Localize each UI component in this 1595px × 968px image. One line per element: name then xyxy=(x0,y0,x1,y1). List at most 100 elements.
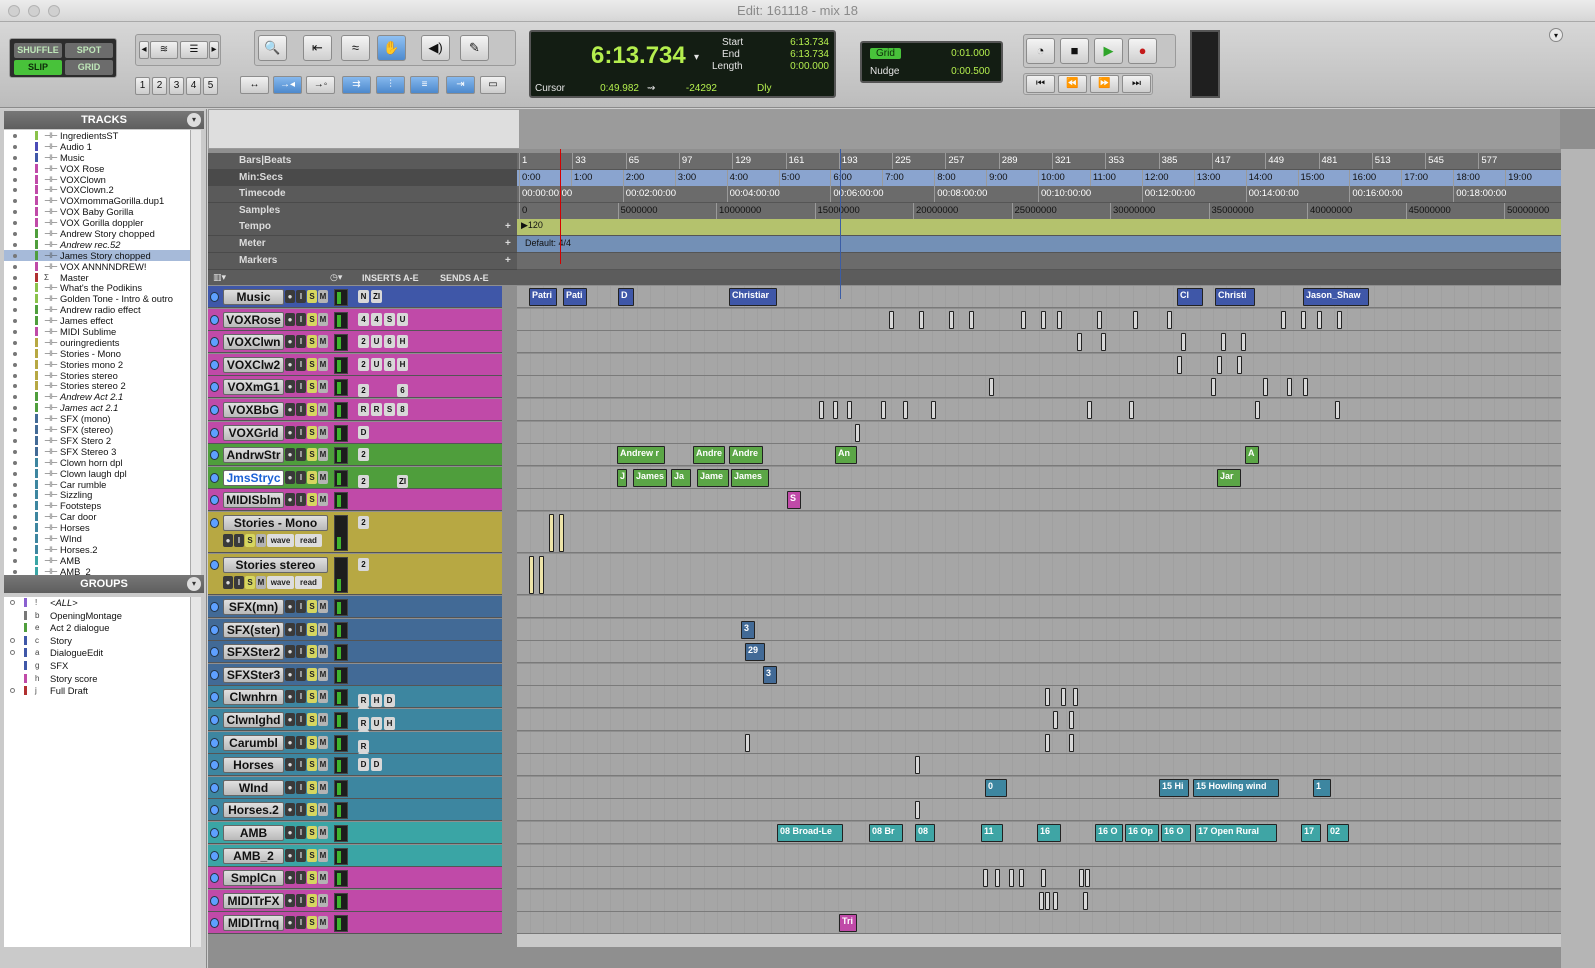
track-lane[interactable] xyxy=(517,331,1561,354)
shuffle-mode-button[interactable]: SHUFFLE xyxy=(14,43,62,58)
insert-slot[interactable]: 6 xyxy=(384,357,395,371)
insert-slot[interactable]: D xyxy=(358,758,369,772)
insert-slot[interactable]: 2 xyxy=(358,384,369,398)
group-list-item[interactable]: ! <ALL> xyxy=(4,597,190,610)
track-input-button[interactable]: I xyxy=(296,735,306,749)
track-input-button[interactable]: I xyxy=(296,335,306,349)
audio-clip[interactable] xyxy=(1045,891,1050,910)
track-name[interactable]: VOXClw2 xyxy=(223,356,284,373)
audio-clip[interactable] xyxy=(1221,333,1226,352)
audio-clip[interactable]: Christi xyxy=(1215,288,1255,306)
track-show-hide-icon[interactable] xyxy=(13,460,17,465)
track-lane[interactable] xyxy=(517,421,1561,444)
track-list-item[interactable]: ⊣⊢ James effect xyxy=(4,315,190,326)
audio-clip[interactable] xyxy=(819,401,824,419)
track-mute-button[interactable]: M xyxy=(318,622,328,636)
track-mute-button[interactable]: M xyxy=(318,425,328,439)
group-list-item[interactable]: h Story score xyxy=(4,673,190,686)
track-name[interactable]: VOXBbG xyxy=(223,402,284,418)
main-counter-value[interactable]: 6:13.734 xyxy=(591,42,686,70)
track-name[interactable]: SFXSter3 xyxy=(223,666,284,683)
groups-menu-icon[interactable]: ▾ xyxy=(187,577,201,591)
group-list-item[interactable]: b OpeningMontage xyxy=(4,610,190,623)
track-show-hide-icon[interactable] xyxy=(13,144,17,149)
ruler-strip-samples[interactable]: 0 5000000 10000000 15000000 20000000 25000000… xyxy=(517,203,1561,220)
audio-clip[interactable] xyxy=(855,423,860,442)
playhead-line[interactable] xyxy=(840,149,841,299)
track-name[interactable]: VOXClwn xyxy=(223,334,284,351)
insert-slot[interactable]: 8 xyxy=(397,403,408,416)
track-mute-button[interactable]: M xyxy=(318,826,328,839)
track-list-item[interactable]: ⊣⊢ SFX Stero 2 xyxy=(4,435,190,446)
start-value[interactable]: 6:13.734 xyxy=(769,37,829,48)
track-name[interactable]: Carumbl xyxy=(223,734,284,751)
audio-clip[interactable]: Patri xyxy=(529,288,557,306)
track-input-button[interactable]: I xyxy=(296,893,306,907)
zoom-preset-1[interactable]: 1 xyxy=(135,77,150,95)
audio-clip[interactable] xyxy=(1177,355,1182,374)
insert-slot[interactable]: 2 xyxy=(358,516,369,529)
audio-clip[interactable] xyxy=(1083,891,1088,910)
track-rec-button[interactable]: ● xyxy=(285,493,295,507)
clock-icon[interactable]: ◷▾ xyxy=(330,272,342,283)
group-list-item[interactable]: j Full Draft xyxy=(4,685,190,698)
track-name[interactable]: MIDITrnq xyxy=(223,915,284,932)
audio-clip[interactable]: S xyxy=(787,491,801,510)
audio-clip[interactable] xyxy=(559,514,564,552)
track-mute-button[interactable]: M xyxy=(256,576,266,589)
track-rec-button[interactable]: ● xyxy=(223,534,233,547)
grid-mode-button[interactable]: GRID xyxy=(65,60,113,75)
tab-to-transient-icon[interactable]: ⇉ xyxy=(342,76,371,94)
track-name[interactable]: Horses.2 xyxy=(223,802,284,819)
insert-slot[interactable]: 2 xyxy=(358,448,369,462)
track-lane[interactable] xyxy=(517,731,1561,754)
insert-slot[interactable]: H xyxy=(397,357,408,371)
track-list-item[interactable]: ⊣⊢ VOX Gorilla doppler xyxy=(4,217,190,228)
track-solo-button[interactable]: S xyxy=(307,290,317,303)
track-wave-button[interactable]: wave xyxy=(267,576,294,589)
track-select-icon[interactable] xyxy=(210,918,219,929)
audio-clip[interactable] xyxy=(1101,333,1106,352)
insert-slot[interactable]: D xyxy=(358,425,369,439)
track-show-hide-icon[interactable] xyxy=(13,428,17,433)
track-list-item[interactable]: ⊣⊢ Stories mono 2 xyxy=(4,359,190,370)
audio-clip[interactable]: 1 xyxy=(1313,778,1331,797)
audio-clip[interactable]: Jar xyxy=(1217,468,1241,487)
insert-slot[interactable]: U xyxy=(371,335,382,349)
play-icon[interactable]: ▶ xyxy=(1094,38,1123,64)
audio-clip[interactable]: 3 xyxy=(741,620,755,639)
audio-clip[interactable]: 08 xyxy=(915,824,935,842)
automation-follows-icon[interactable]: ≡ xyxy=(410,76,439,94)
track-mute-button[interactable]: M xyxy=(318,645,328,659)
track-lane[interactable]: Tri xyxy=(517,912,1561,935)
track-show-hide-icon[interactable] xyxy=(13,308,17,313)
track-mute-button[interactable]: M xyxy=(318,335,328,349)
track-list-item[interactable]: ⊣⊢ VOXClown xyxy=(4,174,190,185)
audio-clip[interactable] xyxy=(995,869,1000,888)
audio-clip[interactable] xyxy=(539,556,544,594)
audio-clip[interactable] xyxy=(529,556,534,594)
track-name[interactable]: MIDITrFX xyxy=(223,892,284,909)
track-input-button[interactable]: I xyxy=(296,667,306,681)
zoom-preset-4[interactable]: 4 xyxy=(186,77,201,95)
track-select-icon[interactable] xyxy=(210,450,219,461)
track-mute-button[interactable]: M xyxy=(318,871,328,885)
track-show-hide-icon[interactable] xyxy=(13,504,17,509)
audio-clip[interactable]: D xyxy=(618,288,634,306)
minimize-window-button[interactable] xyxy=(28,5,40,17)
audio-clip[interactable] xyxy=(1045,688,1050,707)
track-list-item[interactable]: ⊣⊢ Clown horn dpl xyxy=(4,457,190,468)
track-rec-button[interactable]: ● xyxy=(285,848,295,862)
track-solo-button[interactable]: S xyxy=(307,403,317,416)
track-select-icon[interactable] xyxy=(210,602,219,612)
track-name[interactable]: SFX(ster) xyxy=(223,621,284,638)
track-show-hide-icon[interactable] xyxy=(13,417,17,422)
track-select-icon[interactable] xyxy=(210,873,219,884)
mirror-midi-icon[interactable]: ⫶ xyxy=(376,76,405,94)
track-name[interactable]: WInd xyxy=(223,779,284,796)
audio-clip[interactable]: Andre xyxy=(729,446,763,465)
track-solo-button[interactable]: S xyxy=(307,470,317,484)
track-mute-button[interactable]: M xyxy=(318,713,328,726)
track-show-hide-icon[interactable] xyxy=(13,286,17,291)
track-list-item[interactable]: ⊣⊢ VOX ANNNNDREW! xyxy=(4,261,190,272)
